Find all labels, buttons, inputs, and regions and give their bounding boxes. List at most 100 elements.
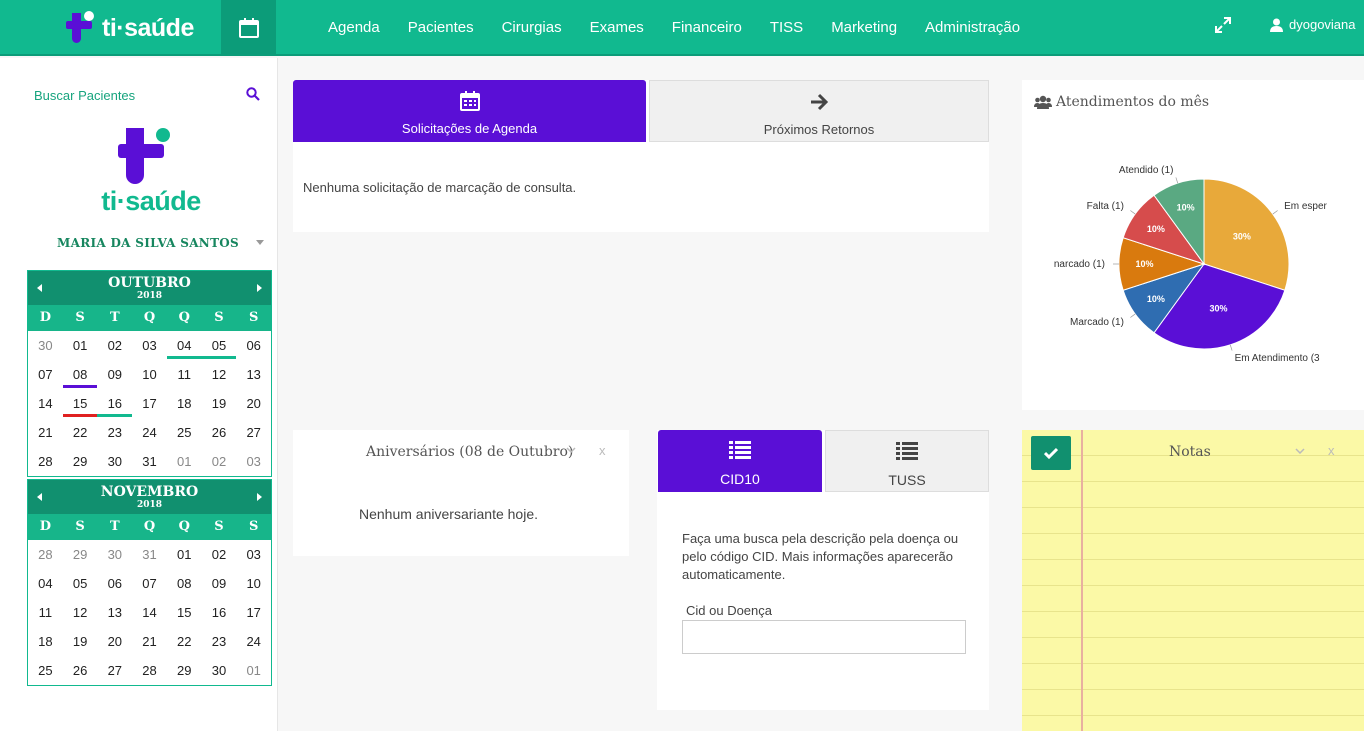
calendar-day[interactable]: 26 (202, 418, 237, 447)
calendar-day[interactable]: 26 (63, 656, 98, 685)
cid-search-input[interactable] (682, 620, 966, 654)
tab-tuss[interactable]: TUSS (825, 430, 989, 492)
nav-item-5[interactable]: TISS (770, 19, 803, 36)
calendar-day[interactable]: 30 (202, 656, 237, 685)
calendar-day[interactable]: 08 (167, 569, 202, 598)
calendar-day[interactable]: 01 (236, 656, 271, 685)
search-icon[interactable] (246, 87, 260, 101)
chevron-down-icon[interactable] (566, 447, 576, 453)
nav-item-0[interactable]: Agenda (328, 19, 380, 36)
brand-logo[interactable]: ti·saúde (64, 8, 194, 48)
calendar-day[interactable]: 02 (202, 540, 237, 569)
calendar-day[interactable]: 09 (202, 569, 237, 598)
tab-cid10[interactable]: CID10 (658, 430, 822, 492)
calendar-day[interactable]: 01 (167, 540, 202, 569)
calendar-day[interactable]: 01 (63, 331, 98, 360)
calendar-day[interactable]: 04 (28, 569, 63, 598)
calendar-day[interactable]: 17 (132, 389, 167, 418)
calendar-day[interactable]: 06 (97, 569, 132, 598)
chevron-down-icon[interactable] (1295, 448, 1305, 454)
expand-icon[interactable] (1214, 16, 1232, 34)
calendar-day[interactable]: 29 (63, 447, 98, 476)
calendar-day[interactable]: 31 (132, 447, 167, 476)
nav-item-4[interactable]: Financeiro (672, 19, 742, 36)
calendar-day[interactable]: 29 (167, 656, 202, 685)
calendar-day[interactable]: 22 (167, 627, 202, 656)
calendar-day[interactable]: 30 (28, 331, 63, 360)
calendar-day[interactable]: 21 (28, 418, 63, 447)
tab-schedule-requests[interactable]: Solicitações de Agenda (293, 80, 646, 142)
calendar-day[interactable]: 14 (132, 598, 167, 627)
calendar-day[interactable]: 06 (236, 331, 271, 360)
calendar-day[interactable]: 10 (132, 360, 167, 389)
close-icon[interactable]: x (599, 443, 606, 458)
calendar-day[interactable]: 13 (97, 598, 132, 627)
calendar-day[interactable]: 14 (28, 389, 63, 418)
calendar-day[interactable]: 31 (132, 540, 167, 569)
calendar-day[interactable]: 01 (167, 447, 202, 476)
calendar-day[interactable]: 13 (236, 360, 271, 389)
calendar-day[interactable]: 20 (236, 389, 271, 418)
calendar-button[interactable] (221, 0, 276, 56)
prev-month-icon[interactable] (37, 493, 42, 501)
next-month-icon[interactable] (257, 493, 262, 501)
calendar-day[interactable]: 25 (28, 656, 63, 685)
caret-down-icon[interactable] (256, 240, 264, 245)
calendar-day[interactable]: 28 (28, 540, 63, 569)
calendar-day[interactable]: 05 (63, 569, 98, 598)
save-note-button[interactable] (1031, 436, 1071, 470)
calendar-day[interactable]: 23 (202, 627, 237, 656)
calendar-day[interactable]: 10 (236, 569, 271, 598)
calendar-day[interactable]: 03 (132, 331, 167, 360)
calendar-day[interactable]: 12 (202, 360, 237, 389)
calendar-day[interactable]: 30 (97, 540, 132, 569)
close-icon[interactable]: x (1328, 443, 1335, 458)
calendar-day[interactable]: 16 (202, 598, 237, 627)
calendar-day[interactable]: 07 (28, 360, 63, 389)
calendar-day[interactable]: 21 (132, 627, 167, 656)
calendar-day[interactable]: 11 (28, 598, 63, 627)
calendar-day[interactable]: 05 (201, 331, 237, 360)
calendar-day[interactable]: 20 (97, 627, 132, 656)
calendar-day[interactable]: 03 (236, 540, 271, 569)
nav-item-7[interactable]: Administração (925, 19, 1020, 36)
search-patients-link[interactable]: Buscar Pacientes (34, 88, 135, 103)
calendar-day[interactable]: 30 (97, 447, 132, 476)
calendar-day[interactable]: 12 (63, 598, 98, 627)
calendar-day[interactable]: 22 (63, 418, 98, 447)
calendar-day[interactable]: 27 (97, 656, 132, 685)
calendar-day[interactable]: 15 (62, 389, 98, 418)
user-menu[interactable]: dyogoviana (1270, 17, 1356, 32)
calendar-day[interactable]: 04 (166, 331, 202, 360)
calendar-day[interactable]: 28 (132, 656, 167, 685)
calendar-day[interactable]: 03 (236, 447, 271, 476)
nav-item-1[interactable]: Pacientes (408, 19, 474, 36)
calendar-day[interactable]: 19 (202, 389, 237, 418)
calendar-day[interactable]: 18 (167, 389, 202, 418)
calendar-day[interactable]: 28 (28, 447, 63, 476)
nav-item-3[interactable]: Exames (590, 19, 644, 36)
professional-name[interactable]: MARIA DA SILVA SANTOS (57, 236, 239, 250)
calendar-day[interactable]: 27 (236, 418, 271, 447)
calendar-day[interactable]: 02 (97, 331, 132, 360)
calendar-day[interactable]: 24 (236, 627, 271, 656)
tab-next-returns[interactable]: Próximos Retornos (649, 80, 989, 142)
calendar-day[interactable]: 08 (62, 360, 98, 389)
calendar-day[interactable]: 17 (236, 598, 271, 627)
calendar-day[interactable]: 11 (167, 360, 202, 389)
calendar-day[interactable]: 29 (63, 540, 98, 569)
nav-item-6[interactable]: Marketing (831, 19, 897, 36)
calendar-day[interactable]: 09 (97, 360, 132, 389)
calendar-day[interactable]: 18 (28, 627, 63, 656)
calendar-day[interactable]: 16 (97, 389, 132, 418)
calendar-day[interactable]: 07 (132, 569, 167, 598)
calendar-day[interactable]: 25 (167, 418, 202, 447)
nav-item-2[interactable]: Cirurgias (502, 19, 562, 36)
calendar-day[interactable]: 15 (167, 598, 202, 627)
calendar-day[interactable]: 02 (202, 447, 237, 476)
prev-month-icon[interactable] (37, 284, 42, 292)
calendar-day[interactable]: 19 (63, 627, 98, 656)
calendar-day[interactable]: 23 (97, 418, 132, 447)
next-month-icon[interactable] (257, 284, 262, 292)
calendar-day[interactable]: 24 (132, 418, 167, 447)
